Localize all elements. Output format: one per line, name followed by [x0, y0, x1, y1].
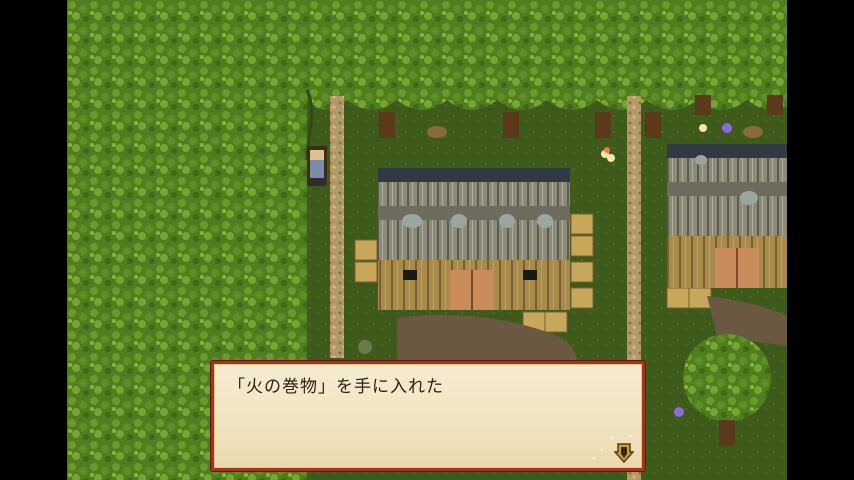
house-center [378, 168, 570, 310]
advance-arrow-icon[interactable] [614, 442, 634, 464]
player-character [307, 146, 327, 186]
house-right [667, 144, 787, 288]
message-window[interactable]: 「火の巻物」を手に入れた [211, 361, 645, 471]
game-screen: 「火の巻物」を手に入れた [67, 0, 787, 480]
message-text: 「火の巻物」を手に入れた [228, 377, 444, 397]
